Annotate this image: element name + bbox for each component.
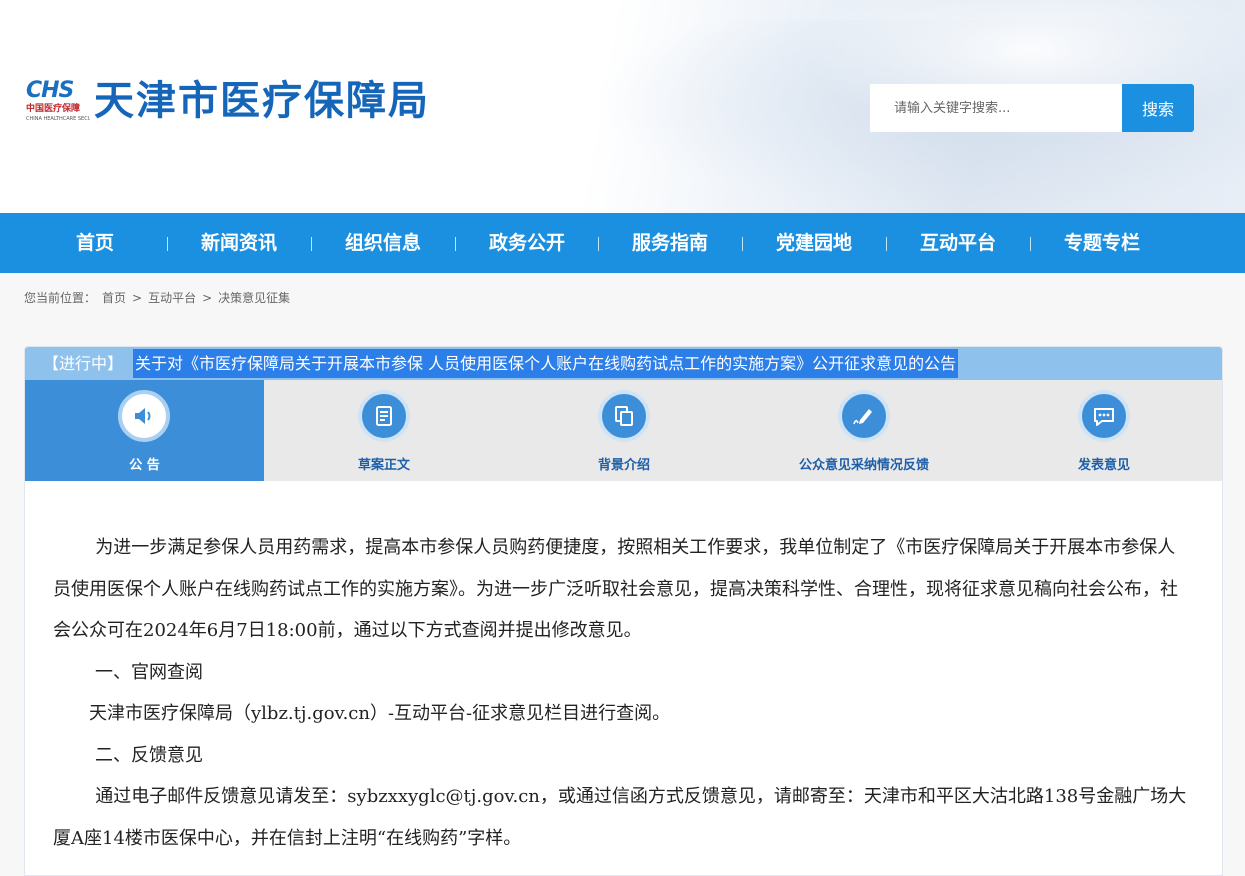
tab-label: 发表意见 (1077, 458, 1130, 473)
document-icon (376, 406, 392, 426)
breadcrumb: 您当前位置： 首页 > 互动平台 > 决策意见征集 (24, 289, 296, 307)
nav-item-government-affairs[interactable]: 政务公开 (455, 213, 599, 273)
nav-item-organization[interactable]: 组织信息 (311, 213, 455, 273)
nav-item-special-topics[interactable]: 专题专栏 (1030, 213, 1174, 273)
breadcrumb-current[interactable]: 决策意见征集 (218, 291, 290, 305)
copy-pages-icon (615, 406, 633, 426)
notice-panel: 【进行中】 关于对《市医疗保障局关于开展本市参保 人员使用医保个人账户在线购药试… (24, 346, 1223, 876)
tab-label: 公 告 (129, 458, 160, 473)
breadcrumb-separator: > (202, 291, 213, 305)
notice-tabs: 公 告 草案正文 背景介绍 公众意见采纳情况反馈 发表意见 (25, 380, 1222, 481)
content-paragraph: 天津市医疗保障局（ylbz.tj.gov.cn）-互动平台-征求意见栏目进行查阅… (89, 703, 671, 724)
nav-item-news[interactable]: 新闻资讯 (167, 213, 311, 273)
site-title[interactable]: 天津市医疗保障局 (94, 74, 430, 128)
notice-title-bar: 【进行中】 关于对《市医疗保障局关于开展本市参保 人员使用医保个人账户在线购药试… (25, 347, 1222, 380)
tab-label: 公众意见采纳情况反馈 (798, 458, 929, 473)
search-button[interactable]: 搜索 (1122, 84, 1194, 132)
nav-item-party-building[interactable]: 党建园地 (742, 213, 886, 273)
content-paragraph: 通过电子邮件反馈意见请发至：sybzxxyglc@tj.gov.cn，或通过信函… (53, 786, 1187, 849)
content-paragraph: 为进一步满足参保人员用药需求，提高本市参保人员购药便捷度，按照相关工作要求，我单… (53, 537, 1178, 641)
site-header: CHS 中国医疗保障 CHINA HEALTHCARE SECURITY 天津市… (0, 0, 1245, 213)
tab-icon-circle (358, 390, 410, 442)
main-nav: 首页 新闻资讯 组织信息 政务公开 服务指南 党建园地 互动平台 专题专栏 (0, 213, 1245, 273)
nav-item-home[interactable]: 首页 (23, 213, 167, 273)
tab-label: 草案正文 (357, 458, 410, 473)
speaker-icon (135, 408, 151, 424)
notice-content: 为进一步满足参保人员用药需求，提高本市参保人员购药便捷度，按照相关工作要求，我单… (53, 527, 1193, 859)
breadcrumb-prefix: 您当前位置： (24, 291, 97, 305)
nav-item-interaction[interactable]: 互动平台 (886, 213, 1030, 273)
notice-title: 关于对《市医疗保障局关于开展本市参保 人员使用医保个人账户在线购药试点工作的实施… (133, 349, 959, 378)
tab-feedback-adoption[interactable]: 公众意见采纳情况反馈 (744, 380, 984, 481)
tab-draft-text[interactable]: 草案正文 (264, 380, 504, 481)
tab-label: 背景介绍 (597, 458, 650, 473)
tab-icon-circle (838, 390, 890, 442)
logo-mark: CHS (26, 78, 74, 103)
search-input[interactable] (870, 84, 1122, 132)
pen-sign-icon (853, 409, 872, 425)
content-heading: 一、官网查阅 (95, 661, 203, 683)
tab-icon-circle (118, 390, 170, 442)
site-logo[interactable]: CHS 中国医疗保障 CHINA HEALTHCARE SECURITY (26, 78, 90, 126)
chat-bubble-icon (1094, 408, 1114, 426)
tab-submit-opinion[interactable]: 发表意见 (984, 380, 1222, 481)
nav-item-service-guide[interactable]: 服务指南 (598, 213, 742, 273)
logo-subtitle: 中国医疗保障 (26, 104, 81, 114)
breadcrumb-interaction[interactable]: 互动平台 (148, 291, 196, 305)
breadcrumb-separator: > (132, 291, 143, 305)
logo-english: CHINA HEALTHCARE SECURITY (26, 116, 90, 122)
tab-announcement[interactable]: 公 告 (25, 380, 264, 481)
notice-status: 【进行中】 (43, 354, 124, 373)
breadcrumb-home[interactable]: 首页 (102, 291, 126, 305)
content-heading: 二、反馈意见 (95, 744, 203, 766)
tab-background[interactable]: 背景介绍 (504, 380, 744, 481)
tab-icon-circle (1078, 390, 1130, 442)
tab-icon-circle (598, 390, 650, 442)
